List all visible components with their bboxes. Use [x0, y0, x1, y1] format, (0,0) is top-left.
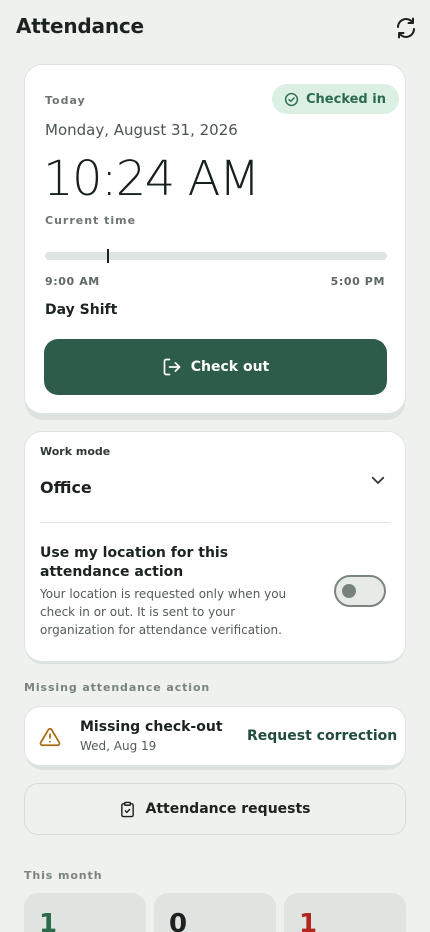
status-badge-label: Checked in — [306, 91, 386, 107]
location-setting-description: Your location is requested only when you… — [40, 587, 287, 637]
status-badge: Checked in — [272, 84, 399, 114]
missing-section-label: Missing attendance action — [24, 681, 211, 694]
attendance-requests-label: Attendance requests — [145, 801, 311, 817]
check-out-button[interactable]: Check out — [44, 339, 387, 395]
clipboard-check-icon — [121, 801, 135, 817]
stat-value: 1 — [39, 909, 58, 932]
divider — [40, 522, 390, 523]
refresh-button[interactable] — [392, 14, 420, 42]
attendance-requests-button[interactable]: Attendance requests — [24, 783, 406, 835]
page-title: Attendance — [16, 14, 144, 38]
work-mode-dropdown-button[interactable] — [366, 468, 390, 492]
current-time: 10:24 AM — [43, 151, 260, 207]
check-out-label: Check out — [190, 359, 270, 375]
this-month-label: This month — [24, 869, 103, 882]
location-toggle[interactable] — [334, 575, 386, 607]
app-header: Attendance — [0, 0, 430, 56]
work-mode-select[interactable]: Office — [40, 478, 92, 497]
missing-item-date: Wed, Aug 19 — [80, 739, 157, 753]
stat-tile[interactable]: 0 — [154, 893, 276, 932]
missing-item-title: Missing check-out — [80, 719, 223, 735]
check-circle-icon — [284, 92, 299, 106]
warning-icon — [39, 727, 61, 747]
chevron-down-icon — [371, 476, 385, 484]
shift-name: Day Shift — [45, 302, 118, 318]
missing-check-out-card: Missing check-out Wed, Aug 19 Request co… — [24, 706, 406, 766]
location-toggle-knob — [342, 584, 356, 598]
stat-tile[interactable]: 1 — [284, 893, 406, 932]
stat-value: 0 — [169, 909, 188, 932]
shift-progress-track — [45, 249, 387, 263]
shift-progress-marker — [106, 249, 109, 263]
work-mode-card: Work mode Office Use my location for thi… — [24, 431, 406, 662]
request-correction-button[interactable]: Request correction — [247, 728, 397, 744]
today-card: Today Checked in Monday, August 31, 2026… — [24, 64, 406, 414]
stat-value: 1 — [299, 909, 318, 932]
shift-start-time: 9:00 AM — [45, 275, 100, 288]
refresh-icon — [397, 17, 415, 39]
today-date: Monday, August 31, 2026 — [45, 121, 238, 139]
today-label: Today — [45, 94, 86, 107]
work-mode-label: Work mode — [40, 445, 111, 458]
log-out-icon — [163, 358, 181, 376]
shift-end-time: 5:00 PM — [330, 275, 385, 288]
stat-tile[interactable]: 1 — [24, 893, 146, 932]
current-time-caption: Current time — [45, 214, 137, 227]
location-setting-title: Use my location for this attendance acti… — [40, 545, 229, 580]
